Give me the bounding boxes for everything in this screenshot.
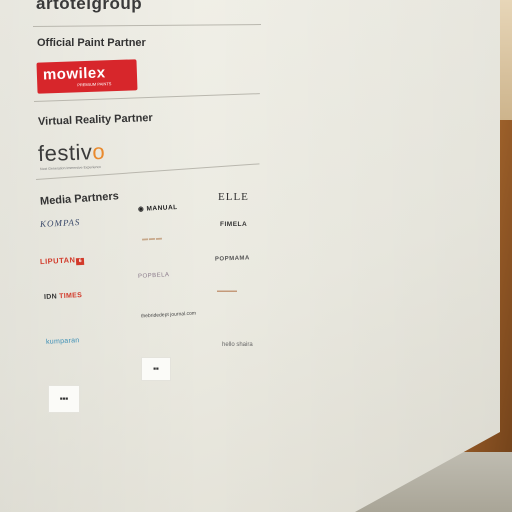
hello-logo: hello shaira (222, 342, 253, 348)
kompas-logo: KOMPAS (39, 216, 81, 230)
tile-mark: ■■ (153, 366, 159, 371)
media-logo-tile: ■■■ (48, 385, 80, 413)
media-logo-faint: ▬▬▬ (141, 235, 164, 243)
popmama-logo: POPMAMA (214, 255, 250, 263)
media-logo-small: ▬▬▬▬ (217, 288, 237, 294)
mowilex-logo-text: mowilex (42, 64, 106, 84)
mowilex-logo: mowilex PREMIUM PAINTS (36, 59, 138, 94)
section-title-paint: Official Paint Partner (37, 37, 146, 49)
mowilex-logo-subtext: PREMIUM PAINTS (77, 81, 112, 88)
fimela-logo: FIMELA (220, 221, 248, 228)
festivo-logo: festivo (37, 138, 106, 167)
media-logo-tile: ■■ (141, 357, 171, 381)
brand-title: artotelgroup (36, 0, 143, 13)
tile-mark: ■■■ (59, 396, 69, 401)
elle-logo: ELLE (218, 191, 249, 203)
